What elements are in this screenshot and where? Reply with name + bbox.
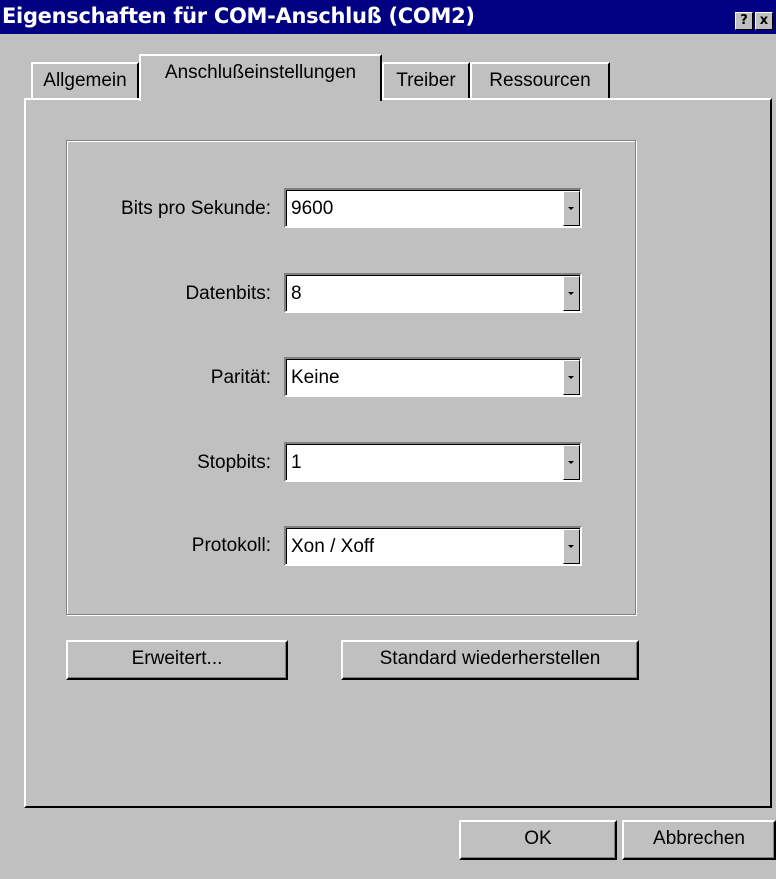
ok-button[interactable]: OK [459, 820, 617, 860]
stop-bits-value: 1 [291, 452, 302, 473]
bits-per-second-select[interactable]: 9600 [284, 188, 582, 228]
data-bits-value: 8 [291, 283, 302, 304]
data-bits-label: Datenbits: [185, 283, 271, 304]
window-title: Eigenschaften für COM-Anschluß (COM2) [2, 4, 475, 28]
protocol-select[interactable]: Xon / Xoff [284, 526, 582, 566]
help-icon[interactable]: ? [735, 12, 753, 30]
protocol-label: Protokoll: [191, 535, 271, 556]
title-bar[interactable]: Eigenschaften für COM-Anschluß (COM2) ? … [0, 0, 776, 34]
advanced-button[interactable]: Erweitert... [66, 640, 288, 680]
chevron-down-icon[interactable] [563, 360, 580, 395]
chevron-down-icon[interactable] [563, 191, 580, 226]
data-bits-select[interactable]: 8 [284, 273, 582, 313]
stop-bits-label: Stopbits: [197, 452, 271, 473]
parity-value: Keine [291, 367, 340, 388]
tab-allgemein[interactable]: Allgemein [31, 62, 139, 100]
parity-select[interactable]: Keine [284, 357, 582, 397]
restore-defaults-button[interactable]: Standard wiederherstellen [341, 640, 639, 680]
protocol-value: Xon / Xoff [291, 536, 375, 557]
chevron-down-icon[interactable] [563, 276, 580, 311]
properties-dialog: Eigenschaften für COM-Anschluß (COM2) ? … [0, 0, 776, 879]
chevron-down-icon[interactable] [563, 529, 580, 564]
bits-per-second-value: 9600 [291, 198, 334, 219]
tab-anschlusseinstellungen[interactable]: Anschlußeinstellungen [139, 54, 382, 101]
cancel-button[interactable]: Abbrechen [622, 820, 776, 860]
stop-bits-select[interactable]: 1 [284, 442, 582, 482]
parity-label: Parität: [210, 367, 271, 388]
close-icon[interactable]: x [755, 12, 773, 30]
tab-treiber[interactable]: Treiber [382, 62, 470, 100]
chevron-down-icon[interactable] [563, 445, 580, 480]
tab-ressourcen[interactable]: Ressourcen [470, 62, 610, 100]
bits-per-second-label: Bits pro Sekunde: [121, 198, 271, 219]
